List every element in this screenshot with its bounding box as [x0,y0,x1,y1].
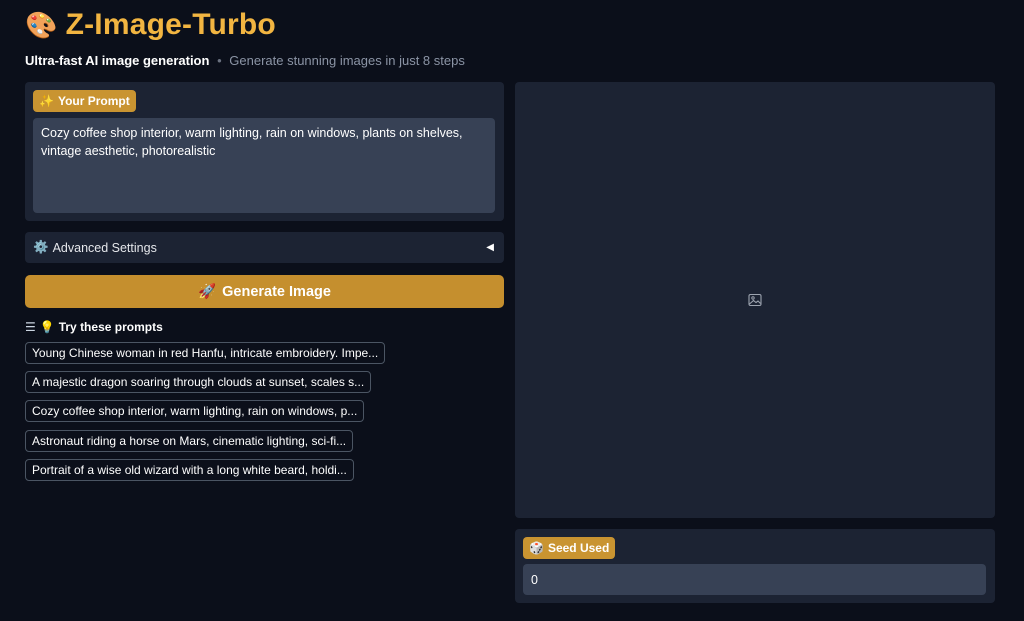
lightbulb-icon: 💡 [39,320,55,334]
output-image-panel [515,82,995,518]
prompt-label-badge: ✨ Your Prompt [33,90,136,112]
image-placeholder-icon [748,293,762,307]
prompt-panel: ✨ Your Prompt [25,82,504,221]
palette-icon: 🎨 [25,10,58,40]
rocket-icon: 🚀 [198,284,217,300]
gear-icon: ⚙️ [33,240,49,254]
app-title-text: Z-Image-Turbo [65,8,276,41]
advanced-settings-label: Advanced Settings [52,240,157,255]
example-prompt-chip[interactable]: Portrait of a wise old wizard with a lon… [25,459,354,481]
example-prompt-chip[interactable]: Young Chinese woman in red Hanfu, intric… [25,342,386,364]
sparkles-icon: ✨ [39,94,54,108]
examples-header: ☰ 💡 Try these prompts [25,320,163,334]
seed-label: Seed Used [547,541,610,555]
seed-label-badge: 🎲 Seed Used [523,537,616,559]
app-subtitle: Ultra-fast AI image generation • Generat… [25,53,465,68]
example-prompt-chip[interactable]: Astronaut riding a horse on Mars, cinema… [25,430,354,452]
prompt-label: Your Prompt [57,94,130,108]
collapse-arrow-icon[interactable]: ◀ [486,242,494,253]
advanced-settings-accordion[interactable]: ⚙️ Advanced Settings ◀ [25,232,504,263]
subtitle-strong: Ultra-fast AI image generation [25,53,210,68]
app-title: 🎨 Z-Image-Turbo [25,8,276,42]
prompt-textarea[interactable] [33,118,495,213]
app-root: 🎨 Z-Image-Turbo Ultra-fast AI image gene… [0,0,1024,621]
generate-button[interactable]: 🚀 Generate Image [25,275,504,308]
seed-value-field[interactable]: 0 [523,564,986,595]
advanced-settings-header: ⚙️ Advanced Settings [33,240,157,255]
example-prompt-chip[interactable]: A majestic dragon soaring through clouds… [25,371,372,393]
examples-label: Try these prompts [58,320,163,334]
subtitle-muted: Generate stunning images in just 8 steps [229,53,465,68]
list-icon: ☰ [25,320,36,334]
subtitle-separator: • [217,53,222,68]
generate-button-label: Generate Image [222,283,331,300]
dice-icon: 🎲 [529,541,544,555]
seed-panel: 🎲 Seed Used 0 [515,529,995,603]
example-prompt-chip[interactable]: Cozy coffee shop interior, warm lighting… [25,400,365,422]
